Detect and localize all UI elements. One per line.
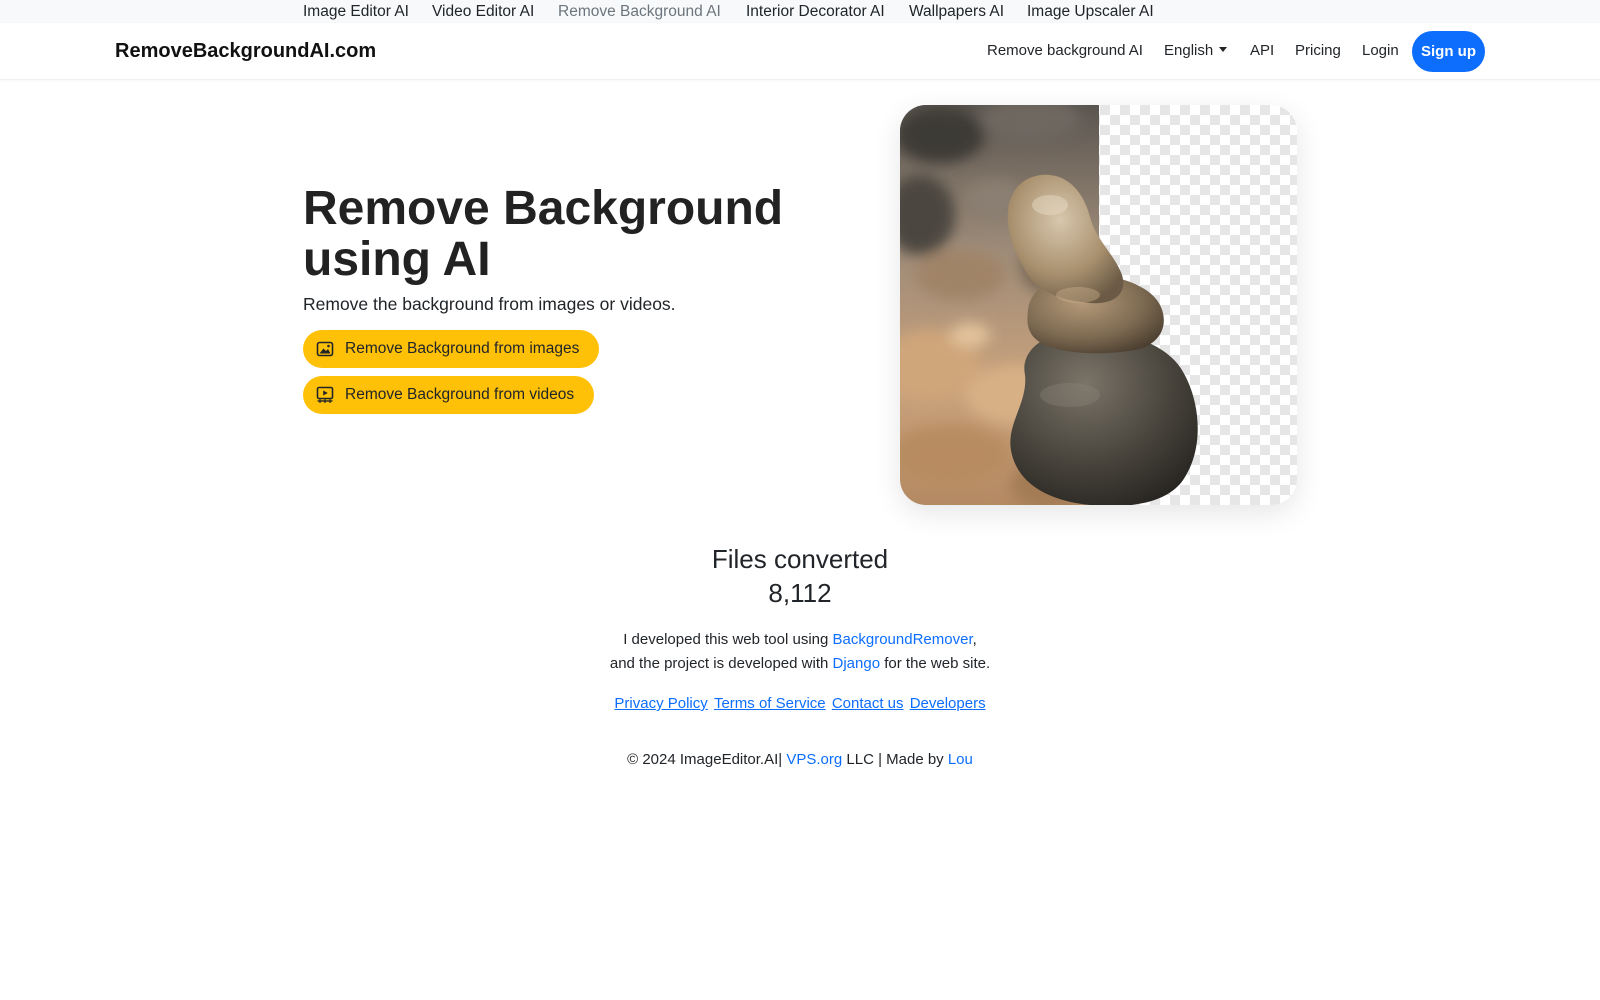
network-link-remove-background[interactable]: Remove Background AI <box>558 3 721 21</box>
language-label: English <box>1164 42 1214 59</box>
main-navbar: RemoveBackgroundAI.com Remove background… <box>0 23 1600 80</box>
credits-text-2-suffix: for the web site. <box>880 655 991 672</box>
network-bar: Image Editor AI Video Editor AI Remove B… <box>0 0 1600 23</box>
credits-line-1: I developed this web tool using Backgrou… <box>500 631 1100 648</box>
network-link-image-editor[interactable]: Image Editor AI <box>303 3 409 21</box>
network-link-wallpapers[interactable]: Wallpapers AI <box>909 3 1004 21</box>
terms-of-service-link[interactable]: Terms of Service <box>714 695 826 712</box>
author-link[interactable]: Lou <box>948 751 973 768</box>
signup-button[interactable]: Sign up <box>1412 31 1485 72</box>
copyright: © 2024 ImageEditor.AI| VPS.org LLC | Mad… <box>500 751 1100 768</box>
hero-title: Remove Background using AI <box>303 182 784 286</box>
credits-text-2: and the project is developed with <box>609 655 833 672</box>
network-link-video-editor[interactable]: Video Editor AI <box>432 3 534 21</box>
nav-remove-background[interactable]: Remove background AI <box>987 42 1143 59</box>
hero-subtitle: Remove the background from images or vid… <box>303 294 676 314</box>
caret-down-icon <box>1219 47 1228 52</box>
nav-pricing[interactable]: Pricing <box>1295 42 1341 59</box>
footer-links: Privacy Policy Terms of Service Contact … <box>500 695 1100 712</box>
credits-line-2: and the project is developed with Django… <box>500 655 1100 672</box>
language-dropdown[interactable]: English <box>1164 42 1228 59</box>
credits-text-1-suffix: , <box>972 631 977 648</box>
nav-login[interactable]: Login <box>1362 42 1399 59</box>
files-converted-label: Files converted <box>711 544 889 574</box>
copyright-mid-text: LLC | Made by <box>842 751 948 768</box>
files-converted-count: 8,112 <box>768 578 832 608</box>
developers-link[interactable]: Developers <box>910 695 986 712</box>
network-link-interior-decorator[interactable]: Interior Decorator AI <box>746 3 885 21</box>
remove-bg-images-button[interactable]: Remove Background from images <box>303 330 599 368</box>
nav-api[interactable]: API <box>1250 42 1274 59</box>
privacy-policy-link[interactable]: Privacy Policy <box>614 695 707 712</box>
django-link[interactable]: Django <box>833 655 881 672</box>
video-icon <box>316 386 334 403</box>
copyright-text: © 2024 ImageEditor.AI| <box>627 751 787 768</box>
remove-bg-videos-label: Remove Background from videos <box>345 386 575 403</box>
network-link-image-upscaler[interactable]: Image Upscaler AI <box>1027 3 1154 21</box>
remove-bg-videos-button[interactable]: Remove Background from videos <box>303 376 594 414</box>
credits-text-1: I developed this web tool using <box>623 631 833 648</box>
vps-org-link[interactable]: VPS.org <box>786 751 842 768</box>
contact-us-link[interactable]: Contact us <box>832 695 904 712</box>
remove-bg-images-label: Remove Background from images <box>345 340 580 357</box>
before-after-demo-image <box>900 105 1297 505</box>
backgroundremover-link[interactable]: BackgroundRemover <box>833 631 973 648</box>
brand-logo[interactable]: RemoveBackgroundAI.com <box>115 40 376 63</box>
image-icon <box>316 341 334 357</box>
